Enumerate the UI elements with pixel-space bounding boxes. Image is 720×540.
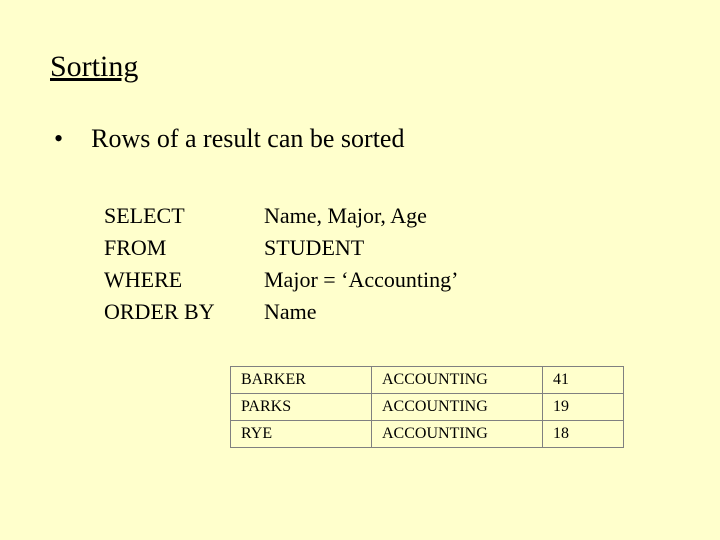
cell-name: RYE bbox=[231, 420, 372, 447]
cell-major: ACCOUNTING bbox=[372, 366, 543, 393]
sql-from-row: FROM STUDENT bbox=[104, 232, 680, 264]
sql-orderby-keyword: ORDER BY bbox=[104, 296, 264, 328]
sql-from-keyword: FROM bbox=[104, 232, 264, 264]
cell-age: 19 bbox=[543, 393, 624, 420]
result-table: BARKER ACCOUNTING 41 PARKS ACCOUNTING 19… bbox=[230, 366, 624, 448]
sql-select-keyword: SELECT bbox=[104, 200, 264, 232]
sql-where-row: WHERE Major = ‘Accounting’ bbox=[104, 264, 680, 296]
bullet-text: Rows of a result can be sorted bbox=[91, 124, 404, 154]
cell-name: PARKS bbox=[231, 393, 372, 420]
table-row: PARKS ACCOUNTING 19 bbox=[231, 393, 624, 420]
table-row: RYE ACCOUNTING 18 bbox=[231, 420, 624, 447]
sql-orderby-value: Name bbox=[264, 296, 317, 328]
result-table-wrap: BARKER ACCOUNTING 41 PARKS ACCOUNTING 19… bbox=[230, 366, 680, 448]
cell-age: 41 bbox=[543, 366, 624, 393]
sql-orderby-row: ORDER BY Name bbox=[104, 296, 680, 328]
cell-age: 18 bbox=[543, 420, 624, 447]
cell-major: ACCOUNTING bbox=[372, 393, 543, 420]
cell-name: BARKER bbox=[231, 366, 372, 393]
slide: Sorting • Rows of a result can be sorted… bbox=[0, 0, 720, 540]
table-row: BARKER ACCOUNTING 41 bbox=[231, 366, 624, 393]
sql-block: SELECT Name, Major, Age FROM STUDENT WHE… bbox=[104, 200, 680, 328]
bullet-row: • Rows of a result can be sorted bbox=[54, 124, 680, 154]
cell-major: ACCOUNTING bbox=[372, 420, 543, 447]
bullet-icon: • bbox=[54, 126, 63, 152]
sql-where-value: Major = ‘Accounting’ bbox=[264, 264, 458, 296]
sql-select-row: SELECT Name, Major, Age bbox=[104, 200, 680, 232]
slide-title: Sorting bbox=[50, 50, 680, 84]
sql-from-value: STUDENT bbox=[264, 232, 364, 264]
sql-select-value: Name, Major, Age bbox=[264, 200, 427, 232]
sql-where-keyword: WHERE bbox=[104, 264, 264, 296]
